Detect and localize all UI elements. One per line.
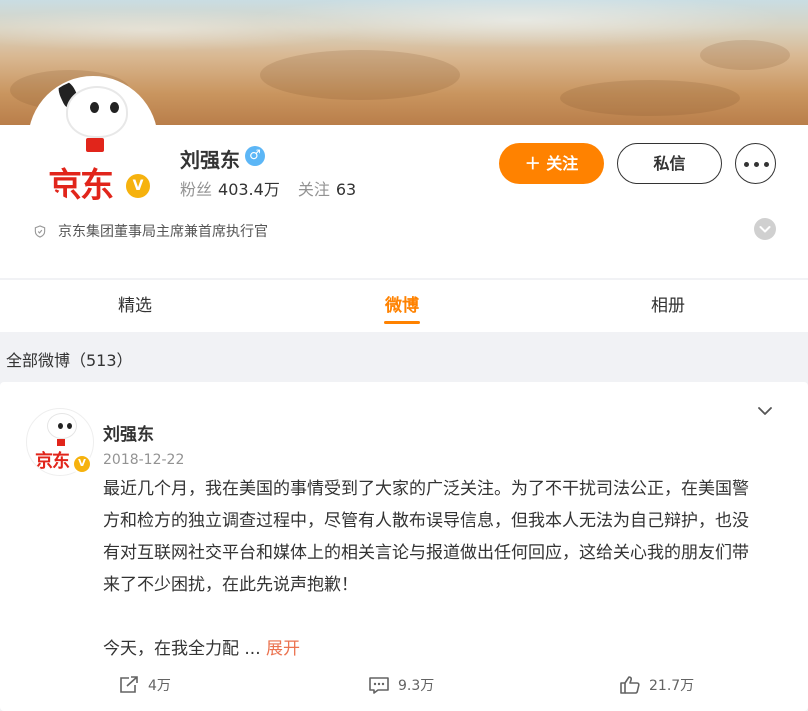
profile-stats: 粉丝 403.4万 关注 63: [180, 176, 356, 200]
following-count[interactable]: 63: [336, 180, 356, 199]
profile-tabs: 精选 微博 相册: [0, 280, 808, 332]
post-body: 最近几个月，我在美国的事情受到了大家的广泛关注。为了不干扰司法公正，在美国警 方…: [103, 473, 783, 665]
chevron-down-icon[interactable]: [756, 404, 774, 418]
avatar-dog-tie: [86, 138, 104, 152]
more-dot: [754, 162, 759, 167]
tab-featured[interactable]: 精选: [75, 280, 195, 332]
post-text-tail-line: 今天，在我全力配 ... 展开: [103, 633, 783, 665]
avatar-dog-eye: [110, 102, 119, 113]
feed-section-title[interactable]: 全部微博（513）: [6, 347, 133, 371]
expand-profile-button[interactable]: [754, 218, 776, 240]
post-card: 京东 V 刘强东 2018-12-22 最近几个月，我在美国的事情受到了大家的广…: [0, 382, 808, 711]
post-text-line: 最近几个月，我在美国的事情受到了大家的广泛关注。为了不干扰司法公正，在美国警: [103, 479, 749, 499]
tab-label: 相册: [651, 296, 685, 316]
tab-label: 精选: [118, 296, 152, 316]
repost-icon: [120, 676, 138, 693]
verified-badge-icon: V: [72, 454, 92, 474]
avatar-brand-text: 京东: [35, 451, 70, 472]
tab-label: 微博: [385, 296, 419, 316]
post-text-tail: 今天，在我全力配 ...: [103, 639, 261, 659]
tab-weibo[interactable]: 微博: [342, 280, 462, 332]
repost-count: 4万: [148, 678, 171, 694]
more-dots-icon[interactable]: [735, 143, 776, 184]
fans-label: 粉丝: [180, 180, 213, 199]
post-author-name[interactable]: 刘强东: [103, 420, 154, 445]
profile-name: 刘强东: [180, 148, 240, 172]
avatar-dog-eye: [67, 423, 72, 429]
post-timestamp[interactable]: 2018-12-22: [103, 452, 184, 468]
post-actions: 4万 9.3万 21.7万: [0, 674, 808, 698]
more-dot: [744, 162, 749, 167]
verified-badge-icon: V: [124, 172, 152, 200]
avatar-brand-text: 京东: [48, 166, 114, 204]
fans-count[interactable]: 403.4万: [218, 180, 280, 199]
bio-text: 京东集团董事局主席兼首席执行官: [58, 224, 268, 240]
post-text-line: 来了不少困扰，在此先说声抱歉！: [103, 575, 358, 595]
avatar-dog-eye: [58, 423, 63, 429]
chevron-down-icon: [759, 226, 771, 233]
post-text-line: 方和检方的独立调查过程中，尽管有人散布误导信息，但我本人无法为自己辩护，也没: [103, 511, 749, 531]
tab-album[interactable]: 相册: [608, 280, 728, 332]
comment-count: 9.3万: [398, 678, 435, 694]
message-button[interactable]: 私信: [617, 143, 722, 184]
follow-button[interactable]: ＋ 关注: [499, 143, 604, 184]
profile-bio: 京东集团董事局主席兼首席执行官: [34, 221, 268, 241]
following-label: 关注: [297, 180, 330, 199]
like-count: 21.7万: [649, 678, 695, 694]
like-icon: [620, 676, 640, 694]
repost-button[interactable]: 4万: [118, 674, 171, 698]
avatar-dog-tie: [57, 439, 65, 446]
more-dot: [764, 162, 769, 167]
post-text-line: 有对互联网社交平台和媒体上的相关言论与报道做出任何回应，这给关心我的朋友们带: [103, 543, 749, 563]
comment-button[interactable]: 9.3万: [368, 674, 434, 698]
expand-post-link[interactable]: 展开: [266, 639, 300, 659]
comment-icon: [369, 677, 389, 694]
active-tab-indicator: [384, 321, 420, 324]
like-button[interactable]: 21.7万: [619, 674, 694, 698]
avatar-dog-eye: [90, 102, 99, 113]
shield-icon: [34, 225, 46, 238]
gender-male-icon: ♂: [245, 146, 265, 166]
